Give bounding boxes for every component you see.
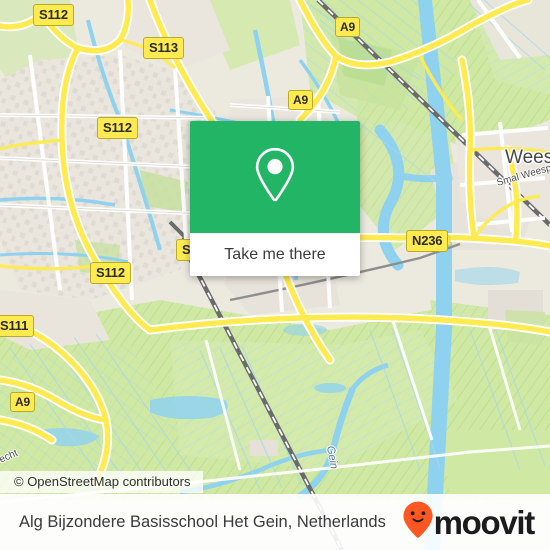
shield-a9-top[interactable]: A9 bbox=[288, 90, 313, 110]
shield-s112-north[interactable]: S112 bbox=[33, 4, 74, 26]
moovit-wordmark: moovit bbox=[433, 503, 536, 541]
location-title: Alg Bijzondere Basisschool Het Gein, Net… bbox=[19, 512, 386, 531]
popup-pin-panel bbox=[190, 121, 360, 233]
moovit-smiley-pin-icon bbox=[403, 501, 433, 543]
shield-n236[interactable]: N236 bbox=[406, 230, 449, 252]
destination-popup-card[interactable]: Take me there bbox=[190, 121, 360, 276]
map-attribution[interactable]: © OpenStreetMap contributors bbox=[0, 471, 203, 493]
map-page: Weesp Smal Weesp echt Gein S112 S113 A9 … bbox=[0, 0, 550, 550]
shield-s113[interactable]: S113 bbox=[143, 37, 184, 59]
location-pin-icon bbox=[252, 146, 298, 209]
shield-a9-north[interactable]: A9 bbox=[335, 17, 360, 37]
moovit-brand[interactable]: moovit bbox=[403, 501, 536, 543]
shield-a9-southwest[interactable]: A9 bbox=[10, 392, 35, 412]
shield-s112-lower[interactable]: S112 bbox=[90, 262, 131, 284]
take-me-there-button[interactable]: Take me there bbox=[190, 233, 360, 276]
shield-s111[interactable]: S111 bbox=[0, 315, 35, 337]
footer-bar: Alg Bijzondere Basisschool Het Gein, Net… bbox=[0, 494, 550, 550]
shield-s112-mid[interactable]: S112 bbox=[97, 117, 138, 139]
